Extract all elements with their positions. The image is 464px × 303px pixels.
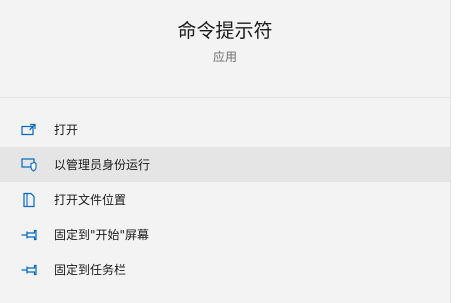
shield-icon [21, 157, 37, 173]
app-header: 命令提示符 应用 [0, 0, 450, 98]
menu-item-label: 固定到"开始"屏幕 [54, 228, 150, 242]
menu-item-open[interactable]: 打开 [0, 112, 450, 147]
menu-item-open-file-location[interactable]: 打开文件位置 [0, 182, 450, 217]
menu-item-label: 打开文件位置 [54, 193, 127, 207]
menu-item-label: 以管理员身份运行 [54, 158, 151, 172]
divider [0, 97, 450, 98]
pin-icon [21, 262, 37, 278]
app-subtitle: 应用 [212, 50, 237, 64]
pin-icon [21, 227, 37, 243]
menu-item-run-as-admin[interactable]: 以管理员身份运行 [0, 147, 450, 182]
menu-item-label: 固定到任务栏 [54, 263, 127, 277]
menu-item-label: 打开 [54, 123, 79, 137]
app-title: 命令提示符 [177, 20, 273, 42]
file-location-icon [21, 192, 37, 208]
menu-item-pin-to-taskbar[interactable]: 固定到任务栏 [0, 252, 450, 287]
jump-list-menu: 打开 以管理员身份运行 打开文件位置 固定到"开始"屏幕 固定到任务栏 [0, 112, 450, 287]
menu-item-pin-to-start[interactable]: 固定到"开始"屏幕 [0, 217, 450, 252]
open-icon [21, 122, 37, 138]
panel-edge [450, 0, 464, 303]
context-panel: 命令提示符 应用 打开 以管理员身份运行 打开文件位置 固定到"开始"屏幕 固定… [0, 0, 450, 303]
